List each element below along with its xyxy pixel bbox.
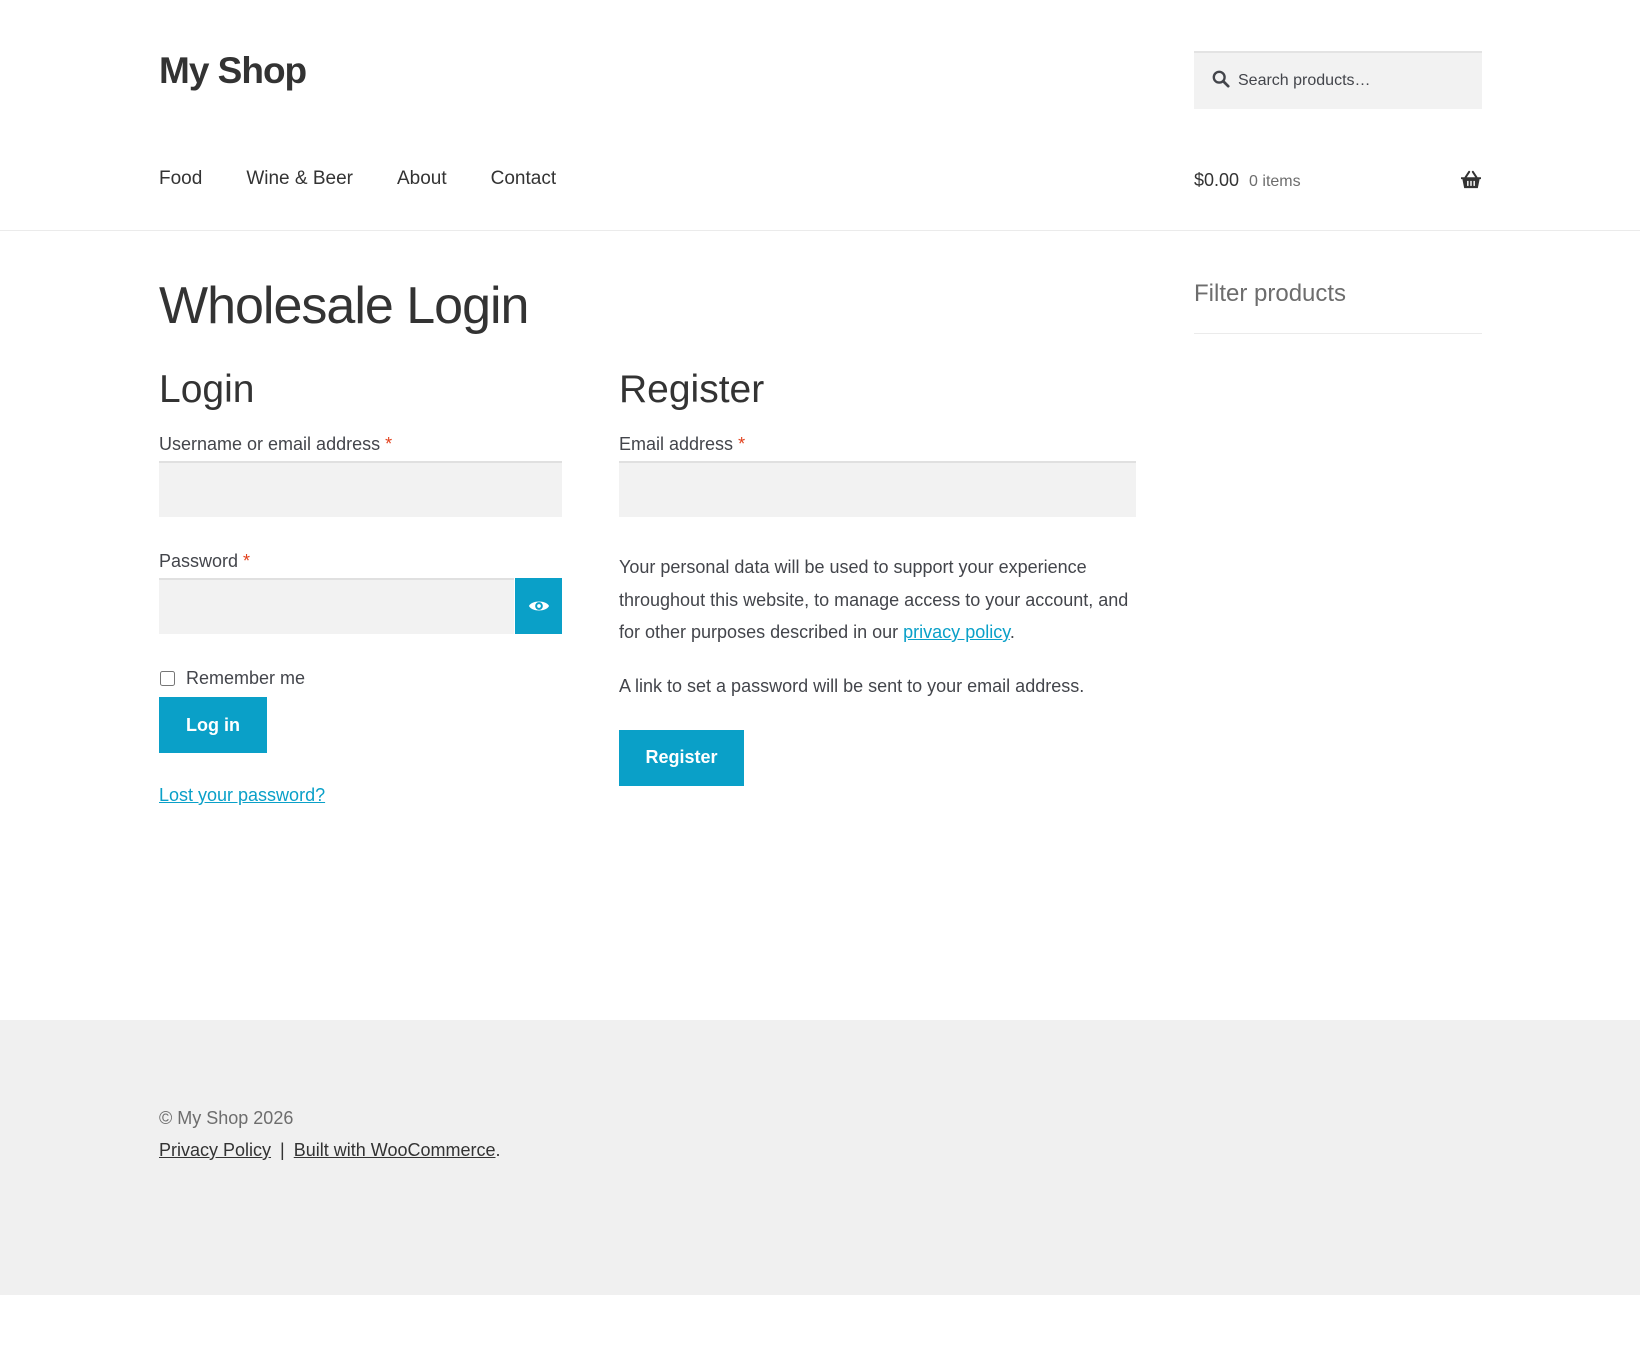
- password-label: Password *: [159, 551, 251, 571]
- required-mark: *: [243, 551, 251, 571]
- search-icon: [1212, 70, 1230, 93]
- page-title: Wholesale Login: [159, 277, 529, 335]
- search-box[interactable]: [1194, 51, 1482, 109]
- show-password-button[interactable]: [515, 578, 562, 634]
- password-input[interactable]: [159, 578, 514, 634]
- login-heading: Login: [159, 368, 255, 411]
- header-divider: [0, 230, 1640, 231]
- remember-me-label[interactable]: Remember me: [186, 668, 305, 689]
- cart-count: 0 items: [1249, 173, 1301, 190]
- email-label: Email address *: [619, 434, 746, 454]
- privacy-policy-link[interactable]: privacy policy: [903, 622, 1010, 642]
- nav-item-food[interactable]: Food: [159, 168, 202, 190]
- filter-products-title: Filter products: [1194, 280, 1347, 307]
- login-button[interactable]: Log in: [159, 697, 267, 753]
- footer-privacy-link[interactable]: Privacy Policy: [159, 1140, 271, 1160]
- sidebar: Filter products: [1194, 280, 1482, 334]
- remember-me-checkbox[interactable]: [160, 671, 175, 686]
- site-title[interactable]: My Shop: [159, 50, 307, 92]
- main-nav: Food Wine & Beer About Contact: [159, 168, 600, 190]
- cart-link[interactable]: $0.00 0 items: [1194, 170, 1482, 191]
- nav-item-contact[interactable]: Contact: [491, 168, 556, 190]
- nav-item-about[interactable]: About: [397, 168, 447, 190]
- search-input[interactable]: [1238, 72, 1478, 90]
- footer-separator: |: [280, 1140, 285, 1160]
- basket-icon[interactable]: [1460, 170, 1482, 190]
- lost-password-link[interactable]: Lost your password?: [159, 785, 562, 806]
- email-input[interactable]: [619, 461, 1136, 517]
- cart-amount: $0.00: [1194, 170, 1240, 190]
- footer-links: Privacy Policy | Built with WooCommerce.: [159, 1140, 501, 1160]
- login-form: Login Username or email address * Passwo…: [159, 368, 562, 806]
- password-note: A link to set a password will be sent to…: [619, 675, 1085, 696]
- required-mark: *: [385, 434, 393, 454]
- register-form: Register Email address * Your personal d…: [619, 368, 1136, 786]
- copyright: © My Shop 2026: [159, 1108, 294, 1128]
- privacy-notice: Your personal data will be used to suppo…: [619, 557, 1129, 642]
- register-heading: Register: [619, 368, 765, 411]
- remember-me: Remember me: [159, 668, 562, 689]
- username-label: Username or email address *: [159, 434, 393, 454]
- eye-icon: [528, 601, 549, 611]
- site-footer: © My Shop 2026 Privacy Policy | Built wi…: [0, 1020, 1640, 1295]
- required-mark: *: [738, 434, 746, 454]
- username-input[interactable]: [159, 461, 562, 517]
- sidebar-divider: [1194, 333, 1482, 334]
- built-with-woocommerce-link[interactable]: Built with WooCommerce: [294, 1140, 496, 1160]
- register-button[interactable]: Register: [619, 729, 744, 786]
- password-field: [159, 578, 562, 634]
- nav-item-wine-beer[interactable]: Wine & Beer: [246, 168, 353, 190]
